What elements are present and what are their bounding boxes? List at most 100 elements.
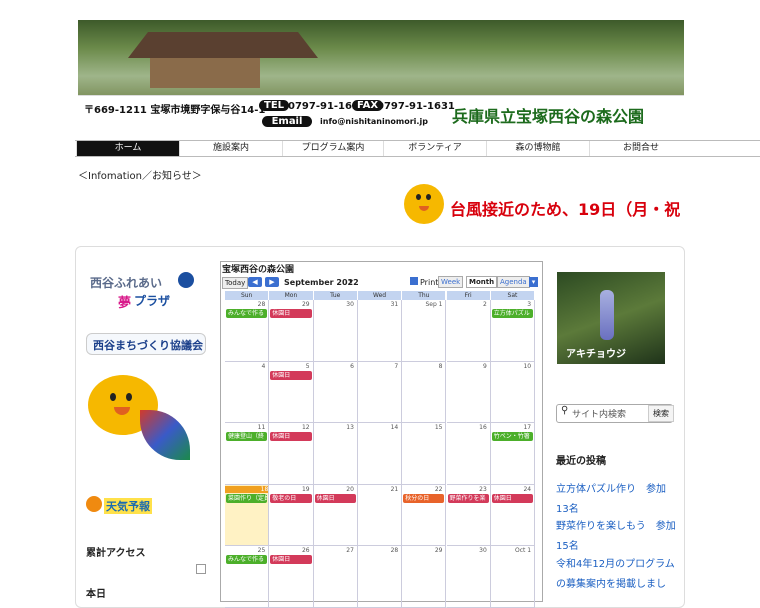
calendar-today-button[interactable]: Today: [222, 277, 249, 289]
day-number: 12: [301, 424, 310, 431]
fax-number: 0797-91-1631: [377, 101, 455, 112]
calendar-event[interactable]: 敬老の日: [270, 493, 312, 503]
calendar-day-cell[interactable]: [225, 361, 270, 423]
plaza-dream: 夢: [118, 296, 132, 311]
nav-home[interactable]: ホーム: [76, 141, 179, 156]
park-name-logo: 兵庫県立宝塚西谷の森公園: [452, 107, 645, 126]
calendar-day-cell[interactable]: [357, 484, 403, 546]
nav-facility[interactable]: 施設案内: [179, 141, 282, 156]
flower-icon: [600, 290, 614, 340]
print-icon: [410, 277, 418, 285]
day-number: 18: [225, 485, 269, 493]
month-dropdown-icon[interactable]: ▾: [349, 277, 353, 286]
view-week-tab[interactable]: Week: [438, 276, 464, 288]
calendar-day-cell[interactable]: [313, 361, 358, 423]
calendar-day-cell[interactable]: [357, 546, 403, 608]
day-number: 26: [301, 547, 310, 554]
bird-mascot-icon: [404, 184, 444, 224]
calendar-event[interactable]: 秋分の日: [403, 493, 445, 503]
calendar-event[interactable]: 休園日: [270, 370, 312, 380]
day-number: 22: [434, 485, 443, 493]
calendar-prev-button[interactable]: ◀: [248, 277, 262, 287]
plaza-logo[interactable]: 西谷ふれあい 夢 プラザ: [86, 270, 204, 311]
calendar-event[interactable]: 休園日: [270, 309, 312, 318]
calendar-event[interactable]: 野菜作りを楽: [447, 493, 489, 503]
calendar-day-cell[interactable]: [357, 300, 403, 362]
email-label: Email: [262, 116, 312, 127]
calendar-event[interactable]: 休園日: [314, 493, 356, 503]
day-header-thu: Thu: [402, 291, 446, 300]
day-number: 17: [523, 424, 532, 431]
calendar-day-cell[interactable]: [313, 423, 358, 485]
calendar-next-button[interactable]: ▶: [265, 277, 279, 287]
day-number: 13: [346, 424, 354, 431]
day-number: 30: [479, 547, 487, 554]
calendar-day-cell[interactable]: [446, 361, 491, 423]
calendar-day-cell[interactable]: [402, 300, 447, 362]
calendar-day-cell[interactable]: [490, 361, 536, 423]
calendar-day-cell[interactable]: [357, 361, 403, 423]
recent-posts-heading: 最近の投稿: [556, 456, 606, 467]
house-roof: [128, 32, 318, 58]
sun-icon: [86, 496, 102, 512]
council-banner[interactable]: 西谷まちづくり協議会: [86, 333, 206, 355]
email-link[interactable]: info@nishitaninomori.jp: [320, 117, 428, 126]
calendar-day-cell[interactable]: [357, 423, 403, 485]
view-month-tab[interactable]: Month: [466, 276, 498, 288]
calendar-event[interactable]: 立方体パズル: [491, 309, 534, 318]
calendar-event[interactable]: みんなで作る: [226, 309, 268, 318]
recent-post-link[interactable]: 野菜作りを楽しもう 参加15名: [556, 517, 678, 556]
day-number: 28: [257, 301, 266, 308]
calendar-event[interactable]: 健康登山（終: [226, 432, 268, 441]
calendar-day-cell[interactable]: [446, 546, 491, 608]
calendar-print-button[interactable]: Print: [420, 278, 438, 287]
calendar-title: 宝塚西谷の森公園: [222, 265, 295, 275]
day-number: 11: [257, 424, 266, 431]
day-number: 5: [305, 362, 310, 370]
nav-program[interactable]: プログラム案内: [282, 141, 383, 156]
view-agenda-tab[interactable]: Agenda: [497, 276, 530, 288]
day-number: 2: [482, 301, 487, 308]
nav-contact[interactable]: お問合せ: [589, 141, 692, 156]
calendar-event[interactable]: 休園日: [491, 493, 534, 503]
calendar-event[interactable]: 休園日: [270, 555, 312, 564]
recent-post-link[interactable]: 立方体パズル作り 参加13名: [556, 480, 678, 519]
calendar-event[interactable]: みんなで作る: [226, 555, 268, 564]
tel-label: TEL: [259, 100, 290, 111]
day-number: 19: [301, 485, 310, 493]
calendar-day-cell[interactable]: [313, 300, 358, 362]
agenda-dropdown-icon[interactable]: ▾: [529, 277, 538, 287]
weather-link[interactable]: 天気予報: [104, 498, 152, 514]
day-number: 24: [523, 485, 532, 493]
plaza-line1: 西谷ふれあい: [90, 276, 163, 290]
calendar-day-cell[interactable]: [490, 546, 536, 608]
calendar-event[interactable]: 菜園作り（定員: [226, 493, 268, 503]
day-number: 30: [346, 301, 354, 308]
day-header-fri: Fri: [446, 291, 490, 300]
calendar-event[interactable]: 休園日: [270, 432, 312, 441]
day-number: 28: [390, 547, 399, 554]
plaza-line2: プラザ: [134, 294, 171, 308]
search-button[interactable]: 検索: [648, 405, 674, 422]
day-number: 16: [479, 424, 487, 431]
calendar-day-cell[interactable]: [446, 300, 491, 362]
day-header-wed: Wed: [357, 291, 402, 300]
calendar-day-cell[interactable]: [402, 423, 447, 485]
recent-post-link[interactable]: 令和4年12月のプログラムの募集案内を掲載しまし: [556, 555, 678, 594]
day-header-mon: Mon: [269, 291, 313, 300]
day-number: 29: [301, 301, 310, 308]
calendar-day-cell[interactable]: [402, 546, 447, 608]
plaza-mark-icon: [178, 272, 194, 288]
access-label: 累計アクセス: [86, 548, 146, 559]
calendar-day-cell[interactable]: [446, 423, 491, 485]
day-number: 21: [390, 485, 399, 493]
nav-volunteer[interactable]: ボランティア: [383, 141, 486, 156]
day-number: 8: [438, 362, 443, 370]
calendar-day-cell[interactable]: [402, 361, 447, 423]
calendar-day-cell[interactable]: [313, 546, 358, 608]
calendar-event[interactable]: 竹ペン・竹箸: [491, 432, 534, 441]
nav-museum[interactable]: 森の博物館: [486, 141, 589, 156]
day-number: 20: [346, 485, 354, 493]
day-number: 9: [482, 362, 487, 370]
news-ticker[interactable]: 台風接近のため、19日（月・祝: [450, 196, 680, 220]
